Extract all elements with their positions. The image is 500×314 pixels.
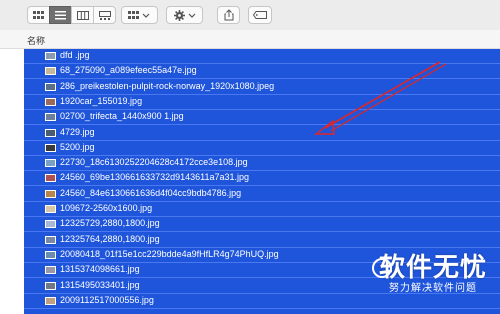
file-thumbnail-icon <box>45 67 56 76</box>
file-thumbnail-icon <box>45 250 56 259</box>
list-item[interactable]: 12325729,2880,1800.jpg <box>24 217 500 233</box>
action-button[interactable] <box>166 6 203 24</box>
file-thumbnail-icon <box>45 52 56 60</box>
file-thumbnail-icon <box>45 189 56 198</box>
file-thumbnail-icon <box>45 266 56 275</box>
file-name: 5200.jpg <box>60 141 95 152</box>
file-thumbnail-icon <box>45 296 56 305</box>
file-thumbnail-icon <box>45 97 56 106</box>
file-name: 12325764,2880,1800.jpg <box>60 233 160 244</box>
file-name: 24560_84e6130661636d4f04cc9bdb4786.jpg <box>60 187 242 198</box>
list-view-button[interactable] <box>49 6 72 24</box>
list-item[interactable]: 12325764,2880,1800.jpg <box>24 233 500 248</box>
file-thumbnail-icon <box>45 174 56 183</box>
file-name: 2009112517000556.jpg <box>60 294 154 305</box>
watermark-subtitle: 努力解决软件问题 <box>389 283 477 294</box>
column-view-icon <box>72 7 93 23</box>
share-icon <box>218 7 239 23</box>
finder-toolbar <box>0 0 500 31</box>
file-name: 12325729,2880,1800.jpg <box>60 218 160 229</box>
list-item[interactable]: 02700_trifecta_1440x900 1.jpg <box>24 110 500 126</box>
list-item[interactable]: 24560_69be130661633732d9143611a7a31.jpg <box>24 171 500 187</box>
list-item[interactable]: 109672-2560x1600.jpg <box>24 202 500 217</box>
list-item[interactable]: 5200.jpg <box>24 141 500 156</box>
share-button[interactable] <box>217 6 240 24</box>
list-item[interactable]: 22730_18c6130252204628c4172cce3e108.jpg <box>24 156 500 172</box>
list-item[interactable]: 4729.jpg <box>24 126 500 141</box>
column-header-name[interactable]: 名称 <box>0 30 500 49</box>
group-by-button[interactable] <box>121 6 158 24</box>
file-thumbnail-icon <box>45 205 56 213</box>
file-name: 1920car_155019.jpg <box>60 95 143 106</box>
list-item[interactable]: dfd .jpg <box>24 49 500 64</box>
file-name: 20080418_01f15e1cc229bdde4a9fHfLR4g74PhU… <box>60 248 279 259</box>
group-by-icon <box>122 7 157 23</box>
watermark-logo-icon <box>372 258 392 278</box>
list-item[interactable]: 24560_84e6130661636d4f04cc9bdb4786.jpg <box>24 187 500 202</box>
gallery-view-icon <box>94 7 115 23</box>
column-view-button[interactable] <box>71 6 94 24</box>
file-name: dfd .jpg <box>60 50 90 60</box>
file-thumbnail-icon <box>45 143 56 152</box>
file-thumbnail-icon <box>45 235 56 244</box>
list-item[interactable]: 68_275090_a089efeec55a47e.jpg <box>24 64 500 80</box>
list-item[interactable]: 2009112517000556.jpg <box>24 294 500 309</box>
tag-icon <box>249 7 271 23</box>
list-view-icon <box>50 7 71 23</box>
file-name: 1315374098661.jpg <box>60 264 140 275</box>
file-thumbnail-icon <box>45 159 56 168</box>
gallery-view-button[interactable] <box>93 6 116 24</box>
file-name: 4729.jpg <box>60 126 95 137</box>
tag-button[interactable] <box>248 6 272 24</box>
column-header-label: 名称 <box>27 36 46 46</box>
watermark: 软件无忧 努力解决软件问题 <box>372 252 492 296</box>
file-thumbnail-icon <box>45 220 56 229</box>
file-name: 22730_18c6130252204628c4172cce3e108.jpg <box>60 157 248 168</box>
action-gear-icon <box>167 7 202 23</box>
file-thumbnail-icon <box>45 128 56 137</box>
file-name: 24560_69be130661633732d9143611a7a31.jpg <box>60 172 250 183</box>
file-thumbnail-icon <box>45 113 56 122</box>
icon-view-icon <box>28 7 49 23</box>
file-name: 286_preikestolen-pulpit-rock-norway_1920… <box>60 80 275 91</box>
list-item[interactable]: 286_preikestolen-pulpit-rock-norway_1920… <box>24 80 500 95</box>
icon-view-button[interactable] <box>27 6 50 24</box>
file-name: 1315495033401.jpg <box>60 279 140 290</box>
file-thumbnail-icon <box>45 82 56 91</box>
list-item[interactable]: 1920car_155019.jpg <box>24 95 500 110</box>
file-name: 68_275090_a089efeec55a47e.jpg <box>60 65 197 76</box>
file-name: 109672-2560x1600.jpg <box>60 203 153 213</box>
file-thumbnail-icon <box>45 281 56 290</box>
file-name: 02700_trifecta_1440x900 1.jpg <box>60 111 184 122</box>
